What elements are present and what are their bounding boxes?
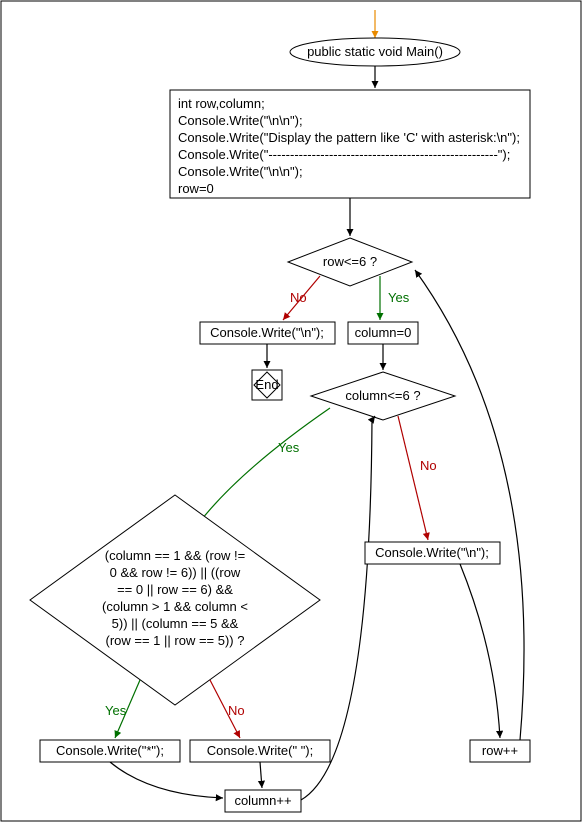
init-line-1: Console.Write("\n\n");	[178, 113, 303, 128]
decision-column-label: column<=6 ?	[345, 388, 420, 403]
start-label: public static void Main()	[307, 44, 443, 59]
arrow-rowinc-rowdec	[415, 270, 524, 740]
bigdec-line-0: (column == 1 && (row !=	[105, 548, 246, 563]
column-inc-label: column++	[234, 793, 291, 808]
decision-row-label: row<=6 ?	[323, 254, 377, 269]
bigdec-line-4: 5)) || (column == 5 &&	[112, 616, 239, 631]
write-newline-label: Console.Write("\n");	[375, 545, 489, 560]
write-space-label: Console.Write(" ");	[207, 743, 314, 758]
bigdec-yes-label: Yes	[105, 703, 127, 718]
rowdec-no-label: No	[290, 290, 307, 305]
coldec-no-label: No	[420, 458, 437, 473]
coldec-yes-label: Yes	[278, 440, 300, 455]
end-label: End	[255, 377, 278, 392]
bigdec-line-1: 0 && row != 6)) || ((row	[110, 565, 241, 580]
write-newline-end-label: Console.Write("\n");	[210, 325, 324, 340]
rowdec-yes-label: Yes	[388, 290, 410, 305]
init-line-3: Console.Write("-------------------------…	[178, 147, 510, 162]
bigdec-no-label: No	[228, 703, 245, 718]
arrow-space-colinc	[260, 762, 262, 788]
arrow-coldec-no	[398, 416, 428, 540]
set-column-label: column=0	[355, 325, 412, 340]
bigdec-line-3: (column > 1 && column <	[102, 599, 248, 614]
arrow-coldec-yes	[198, 408, 330, 524]
init-line-2: Console.Write("Display the pattern like …	[178, 130, 520, 145]
bigdec-line-5: (row == 1 || row == 5)) ?	[106, 633, 245, 648]
init-line-4: Console.Write("\n\n");	[178, 164, 303, 179]
bigdec-line-2: == 0 || row == 6) &&	[117, 582, 233, 597]
init-line-5: row=0	[178, 181, 214, 196]
row-inc-label: row++	[482, 743, 518, 758]
init-line-0: int row,column;	[178, 96, 265, 111]
write-star-label: Console.Write("*");	[56, 743, 164, 758]
arrow-wn-rowinc	[460, 564, 500, 738]
arrow-star-colinc	[110, 762, 223, 798]
